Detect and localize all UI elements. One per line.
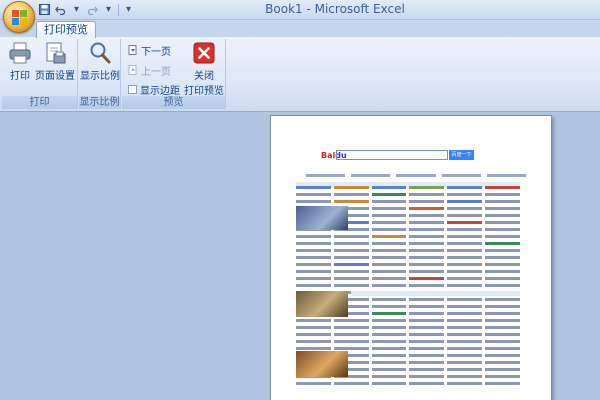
- prev-page-button[interactable]: 上一页: [128, 63, 171, 78]
- page-setup-button-label: 页面设置: [35, 71, 75, 82]
- prev-page-icon: [128, 65, 138, 75]
- next-page-label: 下一页: [141, 46, 171, 58]
- office-button[interactable]: [3, 1, 35, 33]
- zoom-icon: [88, 41, 112, 65]
- close-icon: [192, 41, 216, 65]
- preview-band: [351, 291, 520, 296]
- ribbon: 打印 页面设置 打印 显示比例 显示比例 下一页 上一页 显示边距 关闭 打印预…: [0, 37, 600, 112]
- preview-photo-1: [296, 291, 348, 317]
- close-preview-button[interactable]: 关闭 打印预览: [184, 41, 224, 97]
- group-print: 打印 页面设置 打印: [2, 39, 78, 109]
- zoom-button-label: 显示比例: [80, 71, 120, 82]
- preview-photo-2: [296, 351, 348, 377]
- close-preview-label-1: 关闭: [194, 71, 214, 82]
- print-button[interactable]: 打印: [6, 41, 34, 82]
- next-page-icon: [128, 45, 138, 55]
- window-title: Book1 - Microsoft Excel: [265, 2, 405, 16]
- tab-print-preview[interactable]: 打印预览: [36, 21, 96, 38]
- print-button-label: 打印: [10, 71, 30, 82]
- preview-search-button: 百度一下: [449, 150, 474, 160]
- page-setup-button[interactable]: 页面设置: [35, 41, 75, 82]
- zoom-button[interactable]: 显示比例: [80, 41, 120, 82]
- show-margins-checkbox[interactable]: 显示边距: [128, 82, 180, 97]
- preview-search-box: [336, 150, 448, 160]
- prev-page-label: 上一页: [141, 66, 171, 78]
- print-preview-page[interactable]: Baidu 百度一下: [270, 115, 552, 400]
- preview-banner-image: [296, 206, 348, 230]
- group-preview-label: 预览: [122, 96, 225, 109]
- preview-workspace[interactable]: Baidu 百度一下: [0, 113, 600, 400]
- group-preview: 下一页 上一页 显示边距 关闭 打印预览 预览: [122, 39, 226, 109]
- title-bar: ▾ ▾ ▾ Book1 - Microsoft Excel: [0, 0, 600, 20]
- ribbon-tab-row: 打印预览: [0, 20, 600, 38]
- preview-nav-bar: [306, 174, 527, 178]
- next-page-button[interactable]: 下一页: [128, 43, 171, 58]
- printer-icon: [8, 41, 32, 65]
- office-logo-icon: [12, 10, 27, 25]
- close-preview-label-2: 打印预览: [184, 86, 224, 97]
- group-print-label: 打印: [2, 96, 77, 109]
- page-setup-icon: [43, 41, 67, 65]
- group-zoom: 显示比例 显示比例: [79, 39, 121, 109]
- checkbox-box[interactable]: [128, 84, 137, 94]
- group-zoom-label: 显示比例: [79, 96, 120, 109]
- show-margins-label: 显示边距: [140, 85, 180, 97]
